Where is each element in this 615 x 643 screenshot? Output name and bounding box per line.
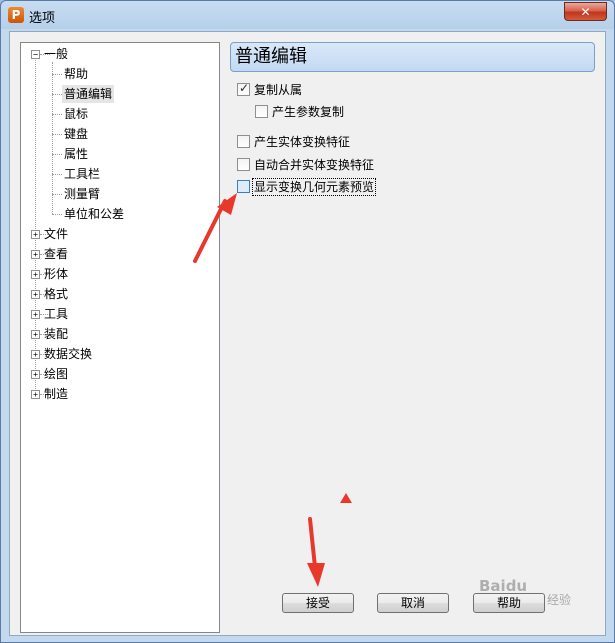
options-tree[interactable]: − 一般 帮助 普通编辑 鼠标 键盘 属性 工具栏 测量臂 单位和公差 + 文件… [20,42,220,633]
auto-merge-transform-label[interactable]: 自动合并实体变换特征 [254,157,374,173]
tree-item-mouse[interactable]: 鼠标 [64,105,88,123]
dialog-body: − 一般 帮助 普通编辑 鼠标 键盘 属性 工具栏 测量臂 单位和公差 + 文件… [9,31,606,636]
tree-item-help[interactable]: 帮助 [64,65,88,83]
show-transform-preview-checkbox[interactable] [237,180,250,193]
tree-item-view[interactable]: 查看 [44,245,68,263]
auto-merge-transform-checkbox[interactable] [237,158,250,171]
copy-from-attr-checkbox[interactable] [237,81,250,96]
generate-param-copy-checkbox[interactable] [255,105,268,118]
watermark-sub: 经验 [547,593,572,607]
tree-item-toolbar[interactable]: 工具栏 [64,165,100,183]
tree-connector [52,114,62,115]
tree-item-drawing[interactable]: 绘图 [44,365,68,383]
tree-expander-file[interactable]: + [31,230,40,239]
tree-connector [52,134,62,135]
show-transform-preview-label[interactable]: 显示变换几何元素预览 [251,178,377,196]
tree-expander-tools[interactable]: + [31,310,40,319]
generate-entity-transform-checkbox[interactable] [237,135,250,148]
tree-expander-manufacturing[interactable]: + [31,390,40,399]
tree-expander-format[interactable]: + [31,290,40,299]
tree-item-file[interactable]: 文件 [44,225,68,243]
tree-item-manufacturing[interactable]: 制造 [44,385,68,403]
tree-connector [52,154,62,155]
help-button[interactable]: 帮助 [473,593,545,613]
watermark-logo: Baidu [479,577,528,595]
tree-item-shape[interactable]: 形体 [44,265,68,283]
generate-param-copy-label[interactable]: 产生参数复制 [272,104,344,120]
tree-item-keyboard[interactable]: 键盘 [64,125,88,143]
title-bar[interactable]: P 选项 ✕ [1,1,614,30]
tree-item-format[interactable]: 格式 [44,285,68,303]
tree-connector [52,174,62,175]
tree-connector [52,194,62,195]
tree-connector [52,94,62,95]
close-button[interactable]: ✕ [564,2,607,21]
tree-item-properties[interactable]: 属性 [64,145,88,163]
tree-item-general[interactable]: 一般 [44,45,68,63]
tree-item-units-tolerance[interactable]: 单位和公差 [64,205,124,223]
copy-from-attr-label[interactable]: 复制从属 [254,82,302,98]
tree-expander-drawing[interactable]: + [31,370,40,379]
accept-button[interactable]: 接受 [282,593,354,613]
tree-item-assembly[interactable]: 装配 [44,325,68,343]
tree-child-line [52,62,53,214]
tree-expander-shape[interactable]: + [31,270,40,279]
cancel-button[interactable]: 取消 [377,593,449,613]
tree-expander-data-exchange[interactable]: + [31,350,40,359]
tree-expander-view[interactable]: + [31,250,40,259]
tree-item-tools[interactable]: 工具 [44,305,68,323]
tree-connector [52,74,62,75]
tree-expander-assembly[interactable]: + [31,330,40,339]
generate-entity-transform-label[interactable]: 产生实体变换特征 [254,134,350,150]
tree-item-general-edit[interactable]: 普通编辑 [62,85,115,103]
panel-title: 普通编辑 [230,42,595,72]
app-icon: P [8,7,24,23]
window-title: 选项 [29,11,56,26]
tree-connector [52,214,62,215]
tree-root-line [35,57,36,397]
options-dialog: P 选项 ✕ − 一般 帮助 普通编辑 鼠标 键盘 属性 工具栏 测量臂 单位和… [0,0,615,643]
tree-item-measuring-arm[interactable]: 测量臂 [64,185,100,203]
tree-expander-general[interactable]: − [31,50,40,59]
tree-item-data-exchange[interactable]: 数据交换 [44,345,92,363]
